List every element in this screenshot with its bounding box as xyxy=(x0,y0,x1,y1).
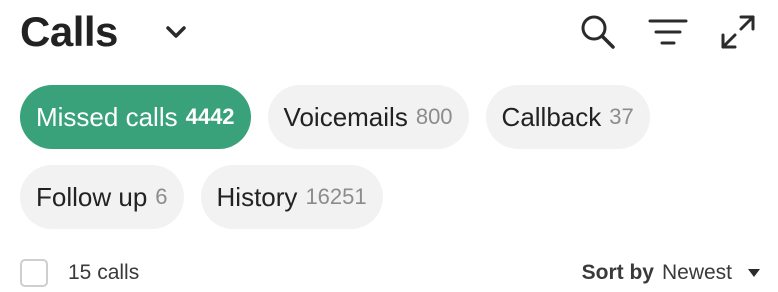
header-actions xyxy=(576,10,760,54)
chip-history[interactable]: History 16251 xyxy=(200,165,383,229)
chip-voicemails[interactable]: Voicemails 800 xyxy=(267,85,469,149)
chip-row: Missed calls 4442 Voicemails 800 Callbac… xyxy=(20,85,760,149)
chip-count: 37 xyxy=(609,104,634,129)
chip-count: 6 xyxy=(155,184,168,209)
chip-label: Missed calls xyxy=(36,101,178,132)
chip-callback[interactable]: Callback 37 xyxy=(485,85,650,149)
chip-row: Follow up 6 History 16251 xyxy=(20,165,760,229)
chip-count: 4442 xyxy=(185,104,235,129)
chip-label: Callback xyxy=(501,101,602,132)
chip-count: 800 xyxy=(415,104,453,129)
filter-chips: Missed calls 4442 Voicemails 800 Callbac… xyxy=(20,85,760,245)
chevron-down-icon[interactable] xyxy=(162,18,190,46)
header: Calls xyxy=(20,4,760,60)
chip-label: Follow up xyxy=(36,181,148,212)
page-title: Calls xyxy=(20,8,118,55)
expand-icon[interactable] xyxy=(716,10,760,54)
chip-label: Voicemails xyxy=(283,101,408,132)
search-icon[interactable] xyxy=(576,10,620,54)
chip-count: 16251 xyxy=(305,184,367,209)
sort-dropdown[interactable]: Sort by Newest xyxy=(582,261,760,285)
caret-down-icon xyxy=(748,269,760,277)
calls-count: 15 calls xyxy=(68,261,140,284)
chip-label: History xyxy=(216,181,298,212)
list-toolbar: 15 calls Sort by Newest xyxy=(20,256,760,290)
sort-value: Newest xyxy=(661,261,732,284)
select-all-checkbox[interactable] xyxy=(20,259,48,287)
chip-missed-calls[interactable]: Missed calls 4442 xyxy=(20,85,251,149)
chip-follow-up[interactable]: Follow up 6 xyxy=(20,165,184,229)
filter-icon[interactable] xyxy=(646,10,690,54)
sort-label: Sort by xyxy=(581,261,654,284)
